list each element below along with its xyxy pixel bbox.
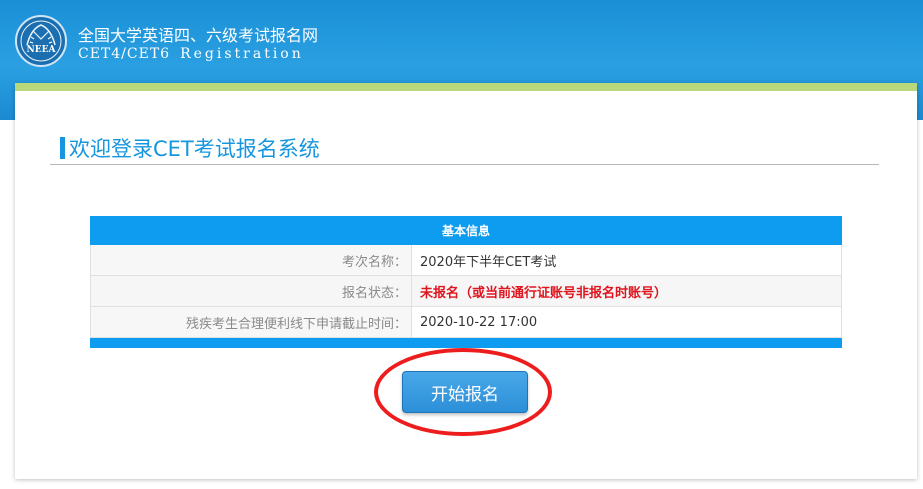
table-row: 考次名称： 2020年下半年CET考试	[90, 244, 842, 276]
logo-text: NEEA	[26, 45, 56, 55]
registration-status-value: 未报名（或当前通行证账号非报名时账号）	[411, 275, 842, 307]
table-row: 报名状态： 未报名（或当前通行证账号非报名时账号）	[90, 275, 842, 307]
exam-session-value: 2020年下半年CET考试	[411, 244, 842, 276]
table-footer-bar	[90, 337, 842, 348]
site-subtitle-registration: Registration	[180, 46, 304, 62]
registration-status-label: 报名状态：	[90, 275, 412, 307]
welcome-heading: 欢迎登录CET考试报名系统	[60, 133, 320, 163]
deadline-value: 2020-10-22 17:00	[411, 306, 842, 338]
deadline-label: 残疾考生合理便利线下申请截止时间：	[90, 306, 412, 338]
neea-logo-icon: NEEA	[15, 15, 67, 67]
welcome-title: 欢迎登录CET考试报名系统	[69, 137, 320, 161]
basic-info-table: 基本信息 考次名称： 2020年下半年CET考试 报名状态： 未报名（或当前通行…	[90, 216, 842, 348]
heading-divider	[50, 164, 879, 165]
basic-info-header: 基本信息	[90, 216, 842, 245]
site-title: 全国大学英语四、六级考试报名网	[78, 26, 319, 45]
exam-session-label: 考次名称：	[90, 244, 412, 276]
site-subtitle-main: CET4/CET6	[78, 46, 171, 62]
site-subtitle: CET4/CET6 Registration	[78, 46, 304, 62]
main-panel: 欢迎登录CET考试报名系统 基本信息 考次名称： 2020年下半年CET考试 报…	[15, 83, 917, 479]
heading-accent-bar	[60, 137, 65, 159]
laurel-icon	[20, 20, 62, 62]
start-registration-button[interactable]: 开始报名	[402, 371, 528, 413]
table-row: 残疾考生合理便利线下申请截止时间： 2020-10-22 17:00	[90, 306, 842, 338]
